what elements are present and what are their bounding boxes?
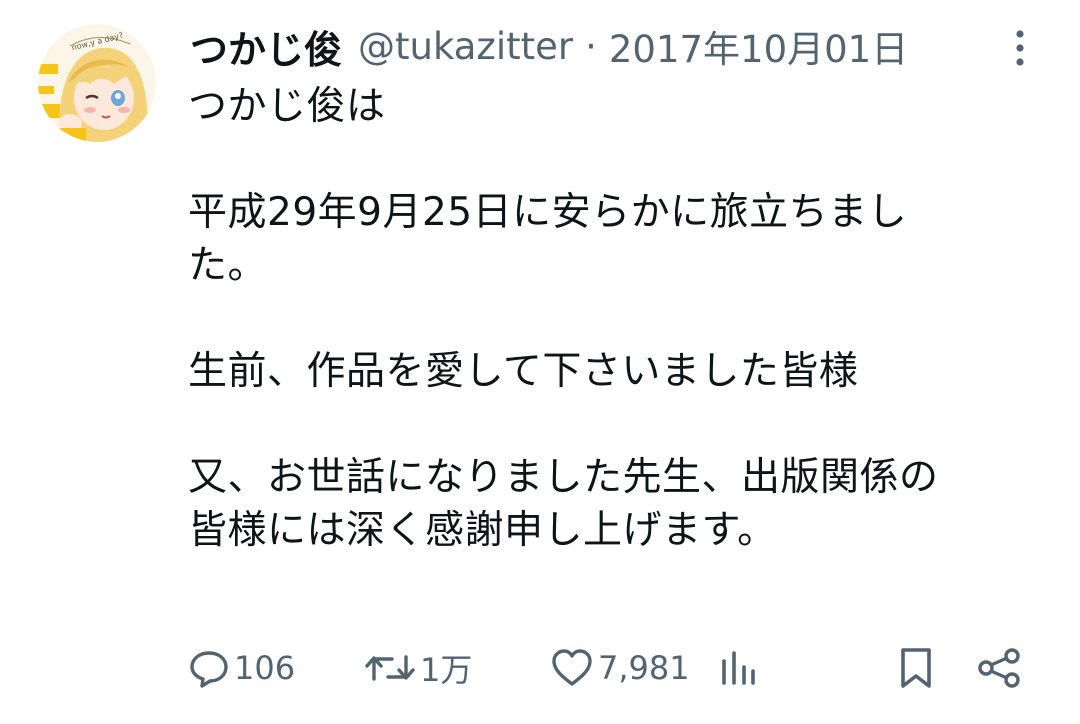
tweet-actions: 106 1万 7,981 [0, 638, 1080, 698]
like-button[interactable]: 7,981 [550, 638, 690, 698]
bookmark-icon [896, 646, 936, 690]
more-vertical-icon[interactable] [1000, 26, 1040, 70]
avatar[interactable]: now,y a day? [38, 24, 156, 142]
tweet-text: つかじ俊は 平成29年9月25日に安らかに旅立ちまし た。 生前、作品を愛して下… [188, 84, 939, 553]
reply-button[interactable]: 106 [188, 638, 295, 698]
retweet-button[interactable]: 1万 [364, 638, 472, 698]
separator-dot: · [585, 24, 597, 68]
share-icon [976, 646, 1022, 690]
share-button[interactable] [976, 638, 1022, 698]
tweet-header: つかじ俊 @tukazitter · 2017年10月01日 [190, 18, 908, 74]
heart-icon [550, 647, 594, 689]
reply-count: 106 [234, 649, 296, 687]
retweet-count: 1万 [420, 651, 473, 689]
display-name[interactable]: つかじ俊 [190, 19, 342, 74]
views-icon [718, 647, 758, 689]
like-count: 7,981 [598, 649, 690, 687]
retweet-icon [364, 647, 416, 689]
views-button[interactable] [718, 638, 758, 698]
tweet-date[interactable]: 2017年10月01日 [609, 19, 908, 73]
user-handle[interactable]: @tukazitter [358, 25, 573, 68]
bookmark-button[interactable] [896, 638, 936, 698]
reply-icon [188, 647, 230, 689]
avatar-image: now,y a day? [38, 24, 156, 142]
